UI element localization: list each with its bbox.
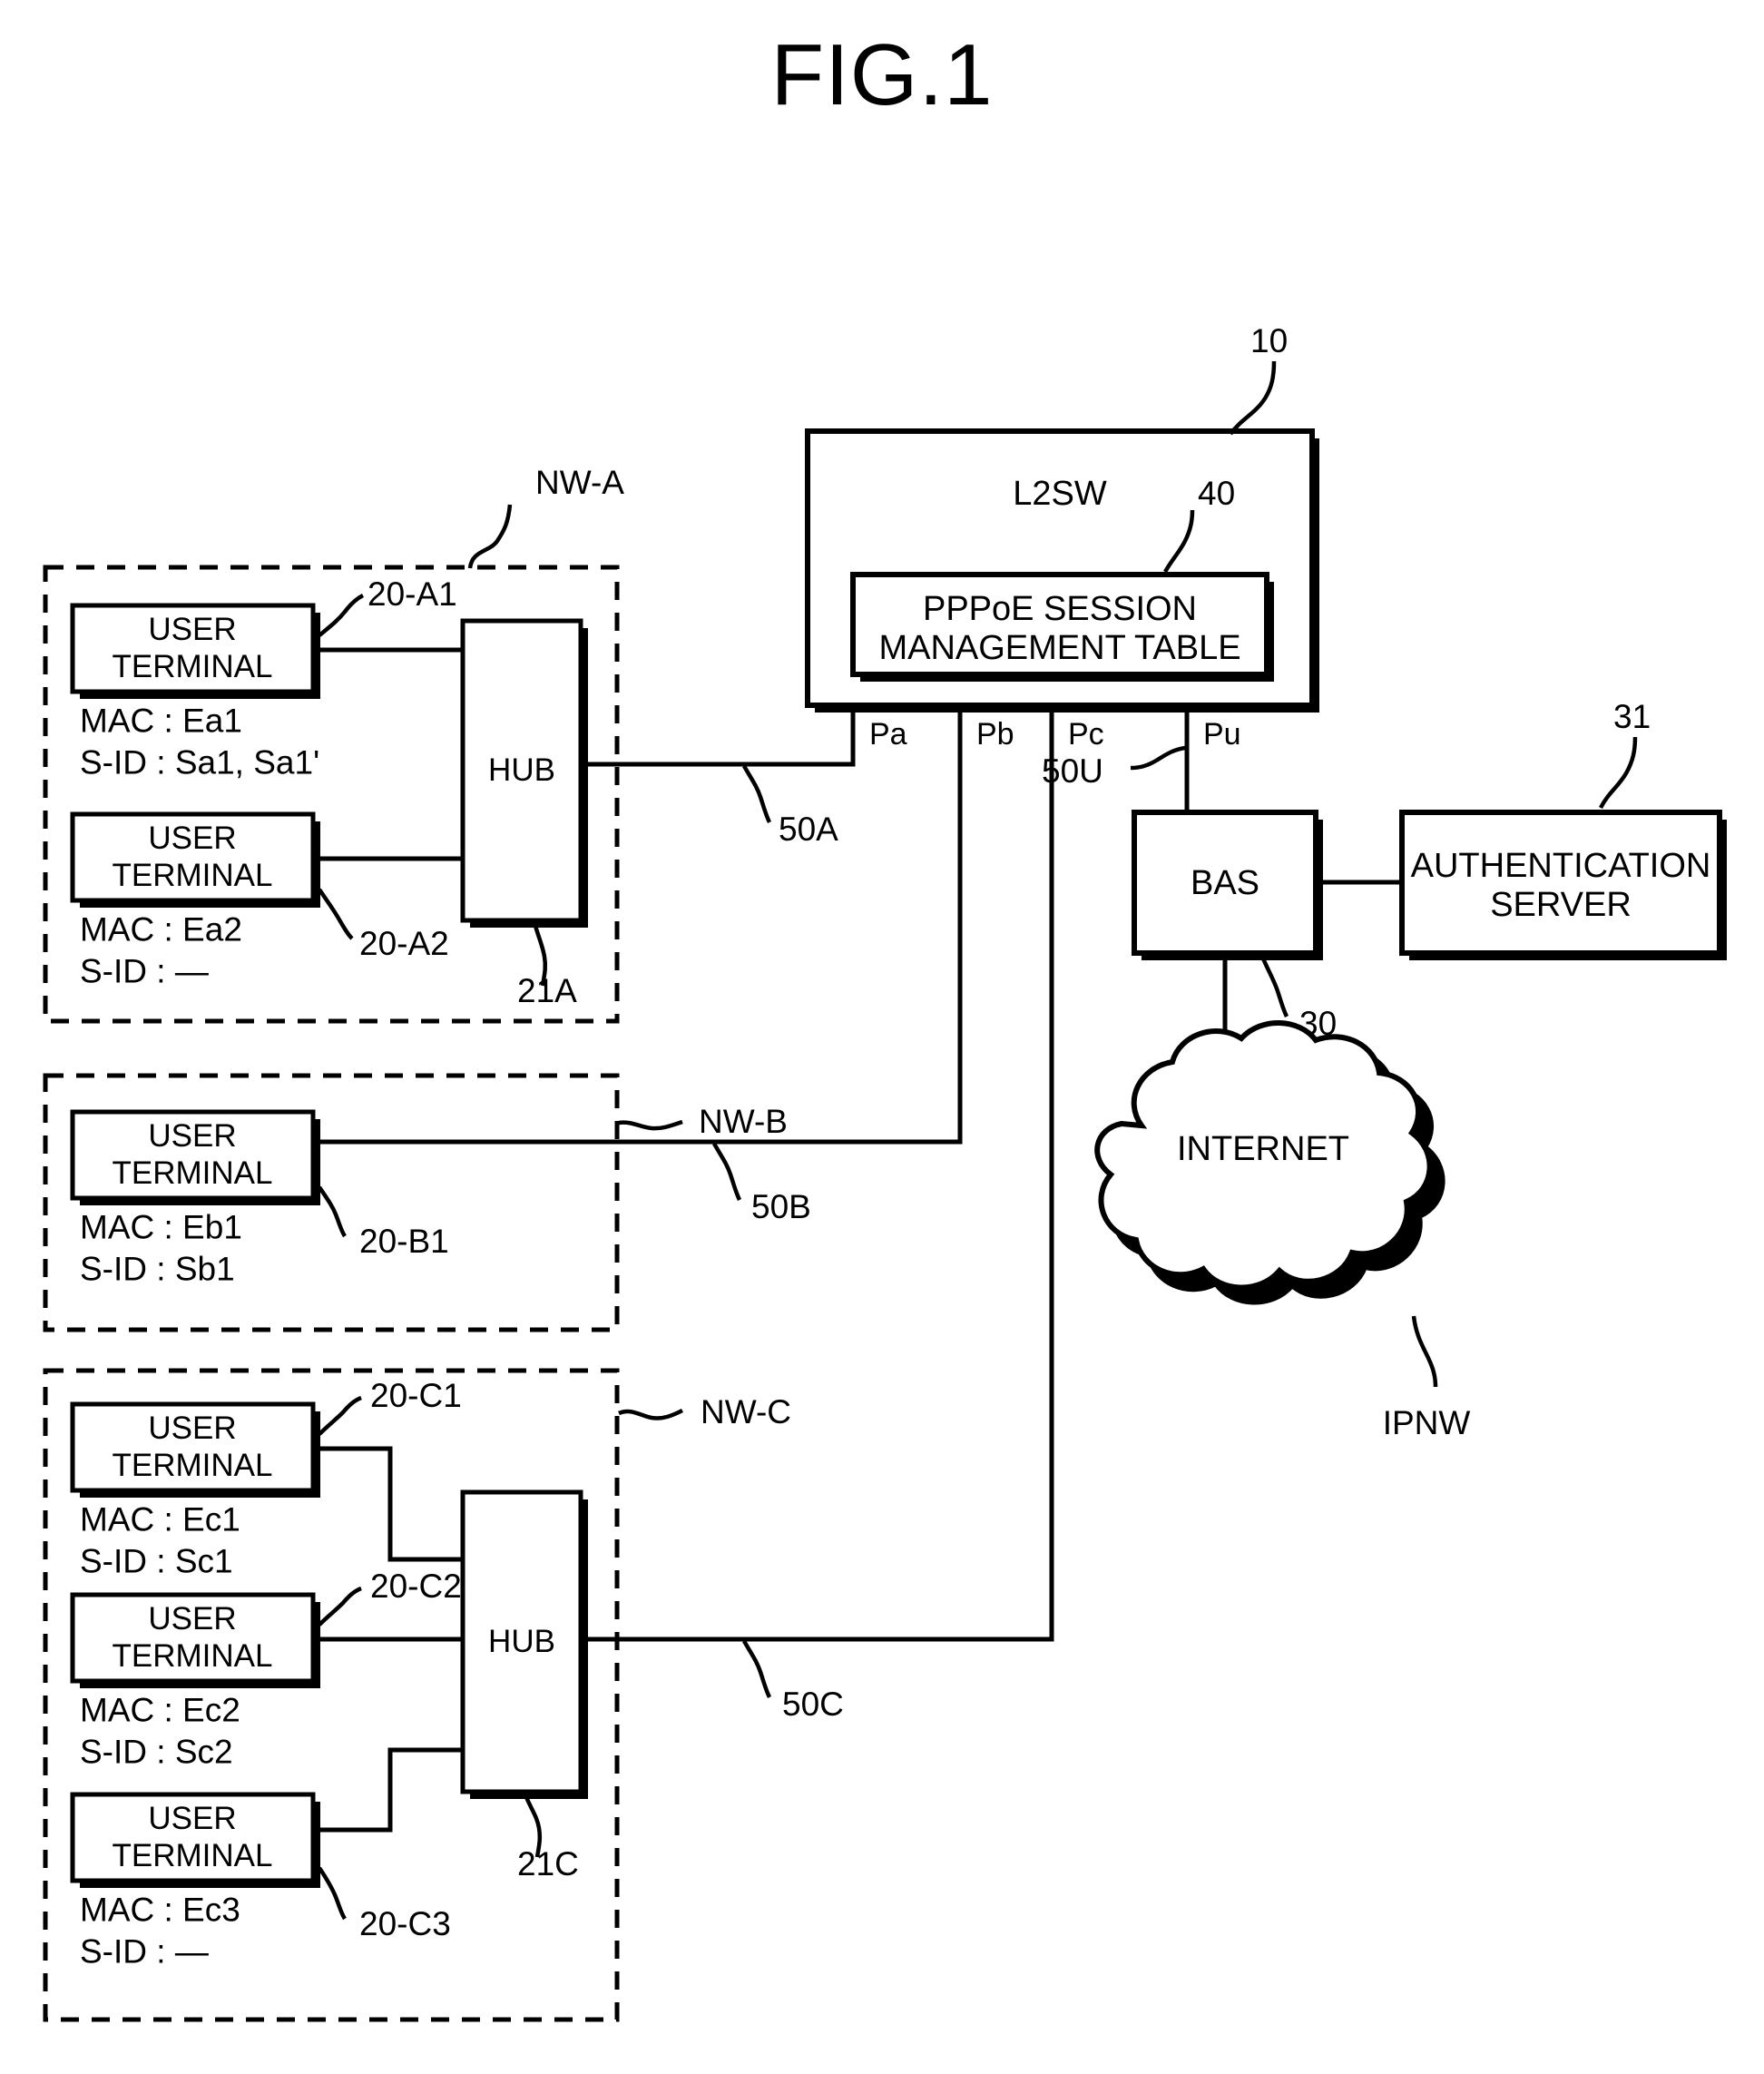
user-terminal-20-a1: USER TERMINAL [70, 603, 320, 699]
terminal-label-line1: USER [148, 1601, 236, 1637]
ref-label-31: 31 [1613, 698, 1651, 735]
hub-label: HUB [488, 752, 555, 788]
wire-20c3-hub [313, 1747, 463, 1833]
hub-21c: HUB [460, 1489, 588, 1799]
ref-leader-20-b1 [318, 1185, 347, 1238]
hub-label: HUB [488, 1624, 555, 1659]
terminal-sid-20-c2: S-ID : Sc2 [80, 1733, 233, 1770]
terminal-sid-20-a1: S-ID : Sa1, Sa1' [80, 743, 319, 781]
ref-leader-31 [1598, 736, 1638, 810]
ref-label-21c: 21C [517, 1845, 579, 1882]
terminal-label-line2: TERMINAL [113, 858, 273, 893]
terminal-sid-20-a2: S-ID : — [80, 952, 209, 989]
network-diagram: NW-A USER TERMINAL 20-A1 MAC : Ea1 S-ID … [43, 322, 1727, 2022]
ref-label-20-a2: 20-A2 [359, 925, 449, 962]
ref-leader-20-c1 [318, 1395, 362, 1436]
hub-21a: HUB [460, 618, 588, 928]
nw-a-leader-line [467, 504, 513, 569]
ref-label-50b: 50B [751, 1188, 811, 1225]
terminal-mac-20-c3: MAC : Ec3 [80, 1891, 240, 1928]
ref-label-21a: 21A [517, 972, 577, 1009]
ref-label-20-a1: 20-A1 [368, 575, 457, 613]
terminal-label-line1: USER [148, 1801, 236, 1836]
ref-label-10: 10 [1250, 322, 1288, 359]
terminal-mac-20-a2: MAC : Ea2 [80, 910, 242, 948]
authentication-server: AUTHENTICATION SERVER 31 [1399, 698, 1727, 960]
ref-leader-20-a1 [318, 593, 365, 637]
ref-leader-30 [1260, 958, 1289, 1018]
terminal-label-line1: USER [148, 821, 236, 856]
terminal-label-line2: TERMINAL [113, 1838, 273, 1873]
user-terminal-20-c3: USER TERMINAL [70, 1792, 320, 1888]
l2sw-label: L2SW [1013, 475, 1107, 513]
terminal-mac-20-c1: MAC : Ec1 [80, 1500, 240, 1538]
ref-leader-10 [1229, 360, 1277, 436]
ref-leader-50c [742, 1639, 772, 1699]
link-50a [581, 722, 856, 767]
user-terminal-20-c2: USER TERMINAL [70, 1592, 320, 1688]
terminal-label-line2: TERMINAL [113, 1638, 273, 1674]
nw-b-leader-line [618, 1119, 683, 1131]
table-label-line2: MANAGEMENT TABLE [878, 629, 1240, 667]
ref-leader-50u [1130, 745, 1186, 771]
nw-c-label: NW-C [701, 1393, 791, 1430]
nw-c-leader-line [618, 1408, 684, 1420]
ref-label-20-c1: 20-C1 [370, 1377, 462, 1414]
terminal-mac-20-a1: MAC : Ea1 [80, 702, 242, 739]
network-group-nw-a: NW-A USER TERMINAL 20-A1 MAC : Ea1 S-ID … [43, 464, 856, 1024]
terminal-label-line1: USER [148, 612, 236, 647]
ref-leader-50a [742, 764, 772, 824]
terminal-label-line2: TERMINAL [113, 1448, 273, 1483]
ref-label-50u: 50U [1042, 752, 1103, 790]
internet-label: INTERNET [1177, 1130, 1349, 1168]
terminal-sid-20-c3: S-ID : — [80, 1932, 209, 1970]
terminal-sid-20-b1: S-ID : Sb1 [80, 1250, 235, 1287]
terminal-mac-20-c2: MAC : Ec2 [80, 1691, 240, 1728]
internet-cloud: INTERNET IPNW [1094, 1020, 1471, 1441]
table-label-line1: PPPoE SESSION [923, 590, 1197, 628]
nw-b-label: NW-B [699, 1103, 788, 1140]
ref-leader-20-a2 [318, 888, 354, 940]
ref-label-40: 40 [1198, 475, 1235, 512]
auth-label-line1: AUTHENTICATION [1411, 847, 1711, 885]
figure-page: FIG.1 NW-A USER TERMINAL 20-A1 MAC : Ea1… [0, 0, 1764, 2074]
ref-label-20-b1: 20-B1 [359, 1223, 449, 1260]
link-50c [581, 722, 1054, 1642]
wire-20c1-hub [313, 1446, 463, 1562]
nw-a-label: NW-A [535, 464, 624, 501]
l2sw-device: L2SW 10 PPPoE SESSION MANAGEMENT TABLE 4… [805, 322, 1319, 752]
bas-label: BAS [1191, 864, 1259, 902]
ref-leader-50b [712, 1142, 742, 1202]
ref-label-ipnw: IPNW [1383, 1404, 1471, 1441]
terminal-sid-20-c1: S-ID : Sc1 [80, 1542, 233, 1579]
terminal-label-line2: TERMINAL [113, 649, 273, 684]
terminal-label-line1: USER [148, 1118, 236, 1154]
user-terminal-20-b1: USER TERMINAL [70, 1109, 320, 1205]
terminal-label-line2: TERMINAL [113, 1155, 273, 1191]
user-terminal-20-c1: USER TERMINAL [70, 1401, 320, 1498]
ref-label-50a: 50A [779, 811, 838, 848]
pppoe-session-management-table: PPPoE SESSION MANAGEMENT TABLE [850, 572, 1274, 682]
port-label-pc: Pc [1068, 717, 1104, 752]
ref-label-20-c3: 20-C3 [359, 1905, 451, 1942]
user-terminal-20-a2: USER TERMINAL [70, 811, 320, 908]
bas-device: 50U BAS 30 [1042, 711, 1402, 1080]
ref-leader-20-c3 [318, 1866, 347, 1921]
port-label-pb: Pb [976, 717, 1014, 752]
terminal-label-line1: USER [148, 1411, 236, 1446]
port-label-pa: Pa [869, 717, 907, 752]
ref-leader-20-c2 [318, 1586, 362, 1627]
ref-leader-ipnw [1411, 1315, 1438, 1388]
port-label-pu: Pu [1203, 717, 1241, 752]
ref-label-20-c2: 20-C2 [370, 1568, 462, 1605]
terminal-mac-20-b1: MAC : Eb1 [80, 1208, 242, 1245]
auth-label-line2: SERVER [1490, 886, 1632, 924]
ref-label-50c: 50C [782, 1686, 844, 1723]
